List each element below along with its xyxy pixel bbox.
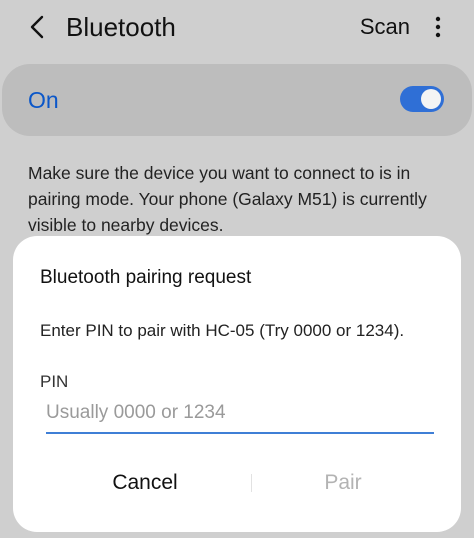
pin-input[interactable] <box>46 396 434 434</box>
cancel-button[interactable]: Cancel <box>55 468 235 498</box>
bluetooth-toggle-card[interactable]: On <box>2 64 472 136</box>
pairing-dialog: Bluetooth pairing request Enter PIN to p… <box>13 236 461 532</box>
dialog-title: Bluetooth pairing request <box>40 267 252 288</box>
more-vertical-icon <box>435 16 441 38</box>
visibility-description: Make sure the device you want to connect… <box>28 163 427 235</box>
scan-button[interactable]: Scan <box>360 13 410 41</box>
more-options-button[interactable] <box>430 13 446 41</box>
button-divider <box>251 474 252 492</box>
page-title: Bluetooth <box>66 12 176 42</box>
pin-label: PIN <box>40 372 69 391</box>
toggle-label: On <box>28 87 59 113</box>
dialog-message: Enter PIN to pair with HC-05 (Try 0000 o… <box>40 321 405 340</box>
chevron-left-icon <box>30 15 44 39</box>
bluetooth-switch[interactable] <box>400 86 444 112</box>
back-button[interactable] <box>22 12 52 42</box>
switch-knob <box>421 89 441 109</box>
pair-button[interactable]: Pair <box>253 468 433 498</box>
app-bar: Bluetooth Scan <box>0 0 474 56</box>
